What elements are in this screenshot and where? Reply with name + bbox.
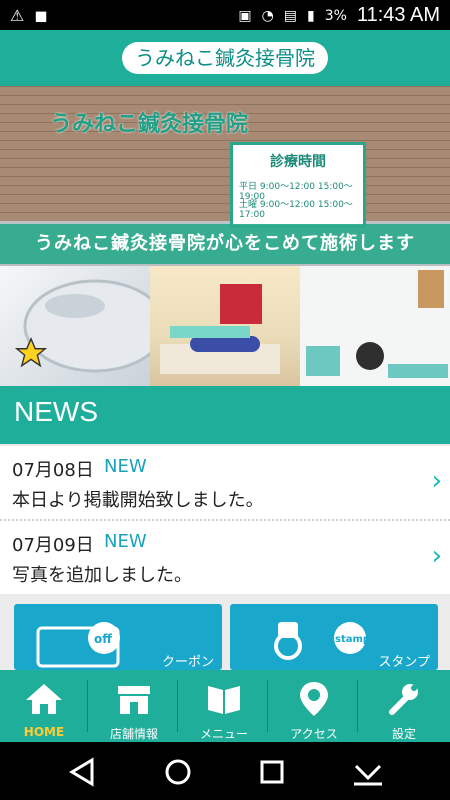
home-icon xyxy=(26,684,62,714)
app-title: うみねこ鍼灸接骨院 xyxy=(122,42,328,74)
back-icon[interactable] xyxy=(64,754,100,790)
status-bar: ⚠ ◼ ▣ ◔ ▤ ▮ 3% 11:43 AM xyxy=(0,0,450,30)
clinic-interior-illustration xyxy=(300,266,450,386)
hero-caption: うみねこ鍼灸接骨院が心をこめて施術します xyxy=(0,224,450,264)
hours-sign: 診療時間 平日 9:00～12:00 15:00～19:00 土曜 9:00～1… xyxy=(230,142,366,228)
home-button-icon[interactable] xyxy=(160,754,196,790)
photo-capsule-device[interactable] xyxy=(0,266,150,386)
photo-gallery xyxy=(0,266,450,386)
nav-access-label: アクセス xyxy=(290,727,338,741)
battery-percent: 3% xyxy=(324,7,347,24)
shop-icon xyxy=(118,686,150,714)
menu-book-icon xyxy=(208,686,240,714)
no-sim-icon: ▤ xyxy=(283,7,298,24)
nav-menu[interactable]: メニュー xyxy=(180,670,268,742)
news-text: 写真を追加しました。 xyxy=(12,565,192,586)
nav-shop-info[interactable]: 店舗情報 xyxy=(90,670,178,742)
hours-line-saturday: 土曜 9:00～12:00 15:00～17:00 xyxy=(239,200,353,220)
android-icon: ◼ xyxy=(34,6,48,25)
nav-menu-label: メニュー xyxy=(199,727,248,741)
new-badge: NEW xyxy=(104,531,147,552)
nav-access[interactable]: アクセス xyxy=(270,670,358,742)
divider xyxy=(87,680,88,732)
news-item[interactable]: 07月09日 NEW 写真を追加しました。 › xyxy=(0,521,450,593)
news-text: 本日より掲載開始致しました。 xyxy=(12,490,264,511)
svg-text:off: off xyxy=(94,632,112,646)
svg-text:stamp!: stamp! xyxy=(335,634,375,645)
bottom-navigation: HOME 店舗情報 メニュー アクセス 設定 xyxy=(0,670,450,742)
keyboard-down-icon[interactable] xyxy=(350,754,386,790)
wrench-icon xyxy=(389,684,418,715)
system-navigation-bar xyxy=(0,742,450,800)
clock: 11:43 AM xyxy=(356,4,440,26)
news-title: NEWS xyxy=(14,396,98,427)
nav-settings-label: 設定 xyxy=(391,727,416,741)
photo-treatment-room[interactable] xyxy=(150,266,300,386)
warning-icon: ⚠ xyxy=(10,6,25,25)
feature-tiles: off クーポン stamp! スタンプ xyxy=(0,596,450,670)
location-pin-icon xyxy=(300,682,328,716)
chevron-right-icon: › xyxy=(431,541,442,571)
news-item[interactable]: 07月08日 NEW 本日より掲載開始致しました。 › xyxy=(0,446,450,518)
news-date: 07月08日 xyxy=(12,460,94,481)
nav-settings[interactable]: 設定 xyxy=(360,670,448,742)
nav-shop-info-label: 店舗情報 xyxy=(109,727,158,741)
nav-home[interactable]: HOME xyxy=(0,670,88,742)
star-icon xyxy=(14,337,48,368)
news-date: 07月09日 xyxy=(12,535,94,556)
news-section-header: NEWS xyxy=(0,386,450,444)
building-sign: うみねこ鍼灸接骨院 xyxy=(50,112,249,137)
app-header: うみねこ鍼灸接骨院 xyxy=(0,30,450,86)
hero-banner-image[interactable]: うみねこ鍼灸接骨院 診療時間 平日 9:00～12:00 15:00～19:00… xyxy=(0,86,450,266)
new-badge: NEW xyxy=(104,456,147,477)
treatment-room-illustration xyxy=(160,284,280,374)
coupon-tile[interactable]: off クーポン xyxy=(14,604,222,670)
divider xyxy=(267,680,268,732)
nav-home-label: HOME xyxy=(23,725,65,739)
recents-icon[interactable] xyxy=(254,754,290,790)
vibrate-icon: ▣ xyxy=(238,7,252,24)
stamp-label: スタンプ xyxy=(378,655,430,670)
divider xyxy=(177,680,178,732)
coupon-label: クーポン xyxy=(161,655,214,670)
chevron-right-icon: › xyxy=(431,466,442,496)
battery-icon: ▮ xyxy=(307,7,315,24)
news-list: 07月08日 NEW 本日より掲載開始致しました。 › 07月09日 NEW 写… xyxy=(0,446,450,594)
wifi-icon: ◔ xyxy=(261,7,274,24)
photo-clinic-interior[interactable] xyxy=(300,266,450,386)
divider xyxy=(357,680,358,732)
hours-title: 診療時間 xyxy=(270,154,326,170)
stamp-tile[interactable]: stamp! スタンプ xyxy=(230,604,438,670)
